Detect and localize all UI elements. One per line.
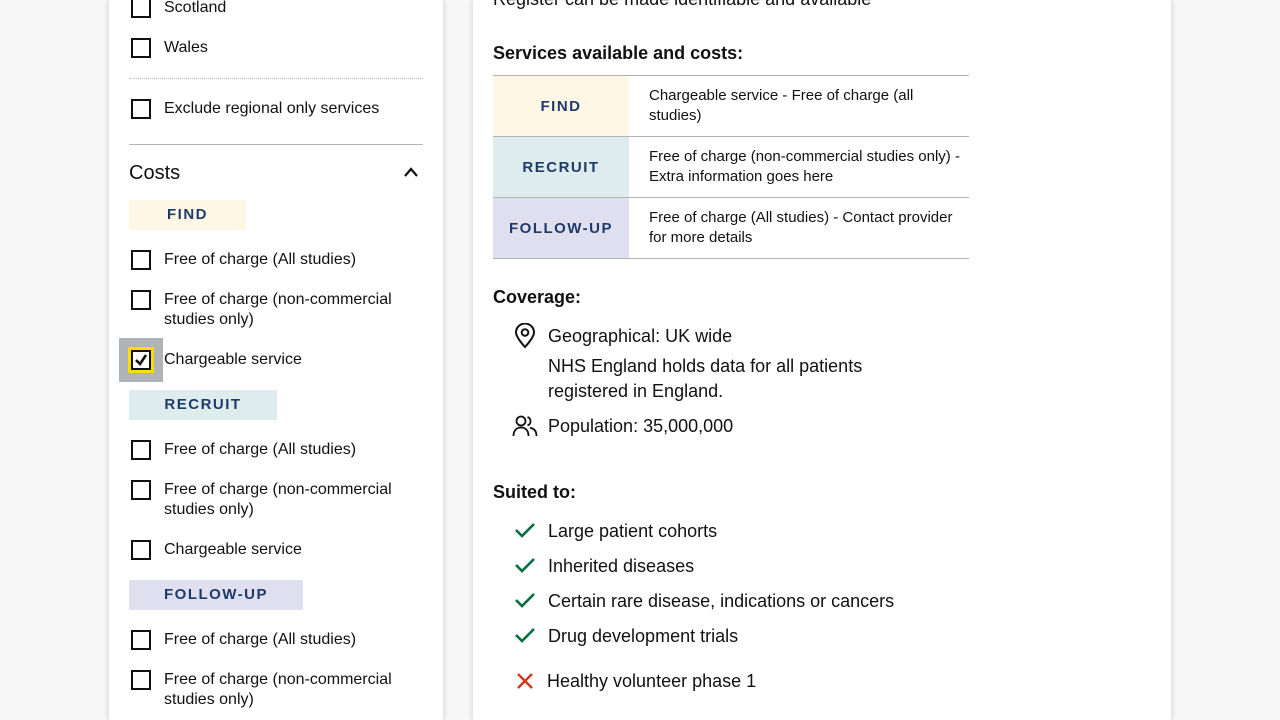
checkbox-find-free-all[interactable] bbox=[131, 250, 151, 270]
filters-panel: Scotland Wales Exclude regional only ser… bbox=[109, 0, 443, 720]
service-description-follow-up: Free of charge (All studies) - Contact p… bbox=[629, 197, 969, 259]
table-row: FOLLOW-UP Free of charge (All studies) -… bbox=[493, 197, 969, 259]
costs-section-toggle[interactable]: Costs bbox=[129, 160, 423, 186]
table-row: RECRUIT Free of charge (non-commercial s… bbox=[493, 136, 969, 198]
cross-icon bbox=[517, 673, 533, 689]
checkbox-label-find-free-noncommercial: Free of charge (non-commercial studies o… bbox=[164, 291, 392, 328]
divider bbox=[129, 144, 423, 145]
chevron-up-icon bbox=[404, 167, 418, 177]
people-icon bbox=[512, 415, 538, 437]
check-icon bbox=[515, 523, 535, 538]
checkbox-label-recruit-free-noncommercial: Free of charge (non-commercial studies o… bbox=[164, 481, 392, 518]
checkbox-label-find-free-all: Free of charge (All studies) bbox=[164, 251, 357, 268]
check-icon bbox=[515, 628, 535, 643]
checkbox-followup-free-noncommercial[interactable] bbox=[131, 670, 151, 690]
coverage-geographical: Geographical: UK wide bbox=[548, 326, 733, 346]
checkbox-label-followup-free-all: Free of charge (All studies) bbox=[164, 631, 357, 648]
checkbox-recruit-free-noncommercial[interactable] bbox=[131, 480, 151, 500]
tag-follow-up: FOLLOW-UP bbox=[129, 580, 303, 610]
checkbox-wales[interactable] bbox=[131, 38, 151, 58]
suited-item: Inherited diseases bbox=[548, 556, 695, 576]
costs-heading: Costs bbox=[129, 162, 181, 184]
checkbox-label-recruit-chargeable: Chargeable service bbox=[164, 541, 302, 558]
suited-heading: Suited to: bbox=[493, 482, 576, 502]
checkbox-recruit-chargeable[interactable] bbox=[131, 540, 151, 560]
coverage-heading: Coverage: bbox=[493, 287, 582, 307]
service-description-recruit: Free of charge (non-commercial studies o… bbox=[629, 136, 969, 198]
check-icon bbox=[515, 593, 535, 608]
service-tag-recruit: RECRUIT bbox=[493, 136, 629, 198]
location-pin-icon bbox=[514, 323, 536, 349]
checkbox-label-recruit-free-all: Free of charge (All studies) bbox=[164, 441, 357, 458]
checkbox-find-free-noncommercial[interactable] bbox=[131, 290, 151, 310]
checkbox-find-chargeable[interactable] bbox=[131, 350, 151, 370]
service-tag-follow-up: FOLLOW-UP bbox=[493, 197, 629, 259]
table-row: FIND Chargeable service - Free of charge… bbox=[493, 75, 969, 137]
checkbox-label-exclude-regional: Exclude regional only services bbox=[164, 100, 380, 117]
checkbox-scotland[interactable] bbox=[131, 0, 151, 18]
checkbox-exclude-regional[interactable] bbox=[131, 99, 151, 119]
tag-find: FIND bbox=[129, 200, 246, 230]
tag-recruit: RECRUIT bbox=[129, 390, 277, 420]
checkbox-followup-free-all[interactable] bbox=[131, 630, 151, 650]
checkbox-recruit-free-all[interactable] bbox=[131, 440, 151, 460]
service-description-find: Chargeable service - Free of charge (all… bbox=[629, 75, 969, 137]
checkbox-label-followup-free-noncommercial: Free of charge (non-commercial studies o… bbox=[164, 671, 392, 708]
intro-text: Register can be made identifiable and av… bbox=[493, 0, 871, 12]
checkmark-icon bbox=[135, 354, 148, 367]
service-detail: Register can be made identifiable and av… bbox=[473, 0, 1171, 720]
suited-item: Certain rare disease, indications or can… bbox=[548, 591, 895, 611]
divider-dotted bbox=[129, 78, 423, 79]
not-suited-item: Healthy volunteer phase 1 bbox=[547, 671, 757, 691]
checkbox-label-scotland: Scotland bbox=[164, 0, 227, 16]
coverage-geo-note: NHS England holds data for all patients … bbox=[548, 356, 863, 401]
coverage-population: Population: 35,000,000 bbox=[548, 416, 734, 436]
suited-item: Drug development trials bbox=[548, 626, 739, 646]
suited-item: Large patient cohorts bbox=[548, 521, 718, 541]
services-table: FIND Chargeable service - Free of charge… bbox=[493, 75, 969, 259]
service-tag-find: FIND bbox=[493, 75, 629, 137]
checkbox-label-find-chargeable: Chargeable service bbox=[164, 351, 302, 368]
services-heading: Services available and costs: bbox=[493, 43, 744, 63]
check-icon bbox=[515, 558, 535, 573]
checkbox-label-wales: Wales bbox=[164, 39, 208, 56]
